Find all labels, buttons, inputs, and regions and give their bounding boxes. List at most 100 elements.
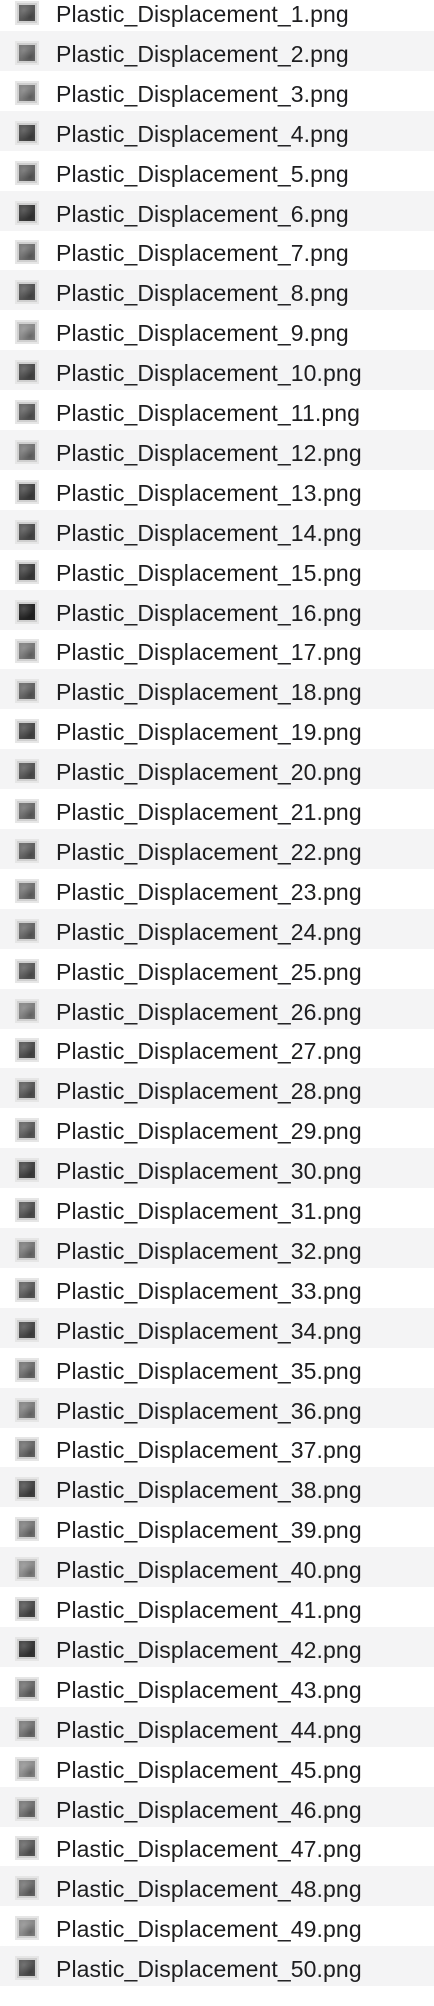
file-row[interactable]: Plastic_Displacement_18.png xyxy=(0,669,434,710)
file-row[interactable]: Plastic_Displacement_37.png xyxy=(0,1427,434,1467)
file-row[interactable]: Plastic_Displacement_13.png xyxy=(0,470,434,510)
file-row[interactable]: Plastic_Displacement_10.png xyxy=(0,350,434,391)
file-row[interactable]: Plastic_Displacement_48.png xyxy=(0,1866,434,1907)
file-row[interactable]: Plastic_Displacement_43.png xyxy=(0,1667,434,1707)
file-row[interactable]: Plastic_Displacement_30.png xyxy=(0,1148,434,1189)
file-row[interactable]: Plastic_Displacement_40.png xyxy=(0,1547,434,1588)
file-row[interactable]: Plastic_Displacement_16.png xyxy=(0,589,434,630)
file-row[interactable]: Plastic_Displacement_2.png xyxy=(0,30,434,71)
file-row[interactable]: Plastic_Displacement_5.png xyxy=(0,151,434,191)
thumbnail-image xyxy=(19,523,35,540)
file-thumbnail-icon xyxy=(15,1477,39,1502)
file-row[interactable]: Plastic_Displacement_34.png xyxy=(0,1307,434,1348)
file-row[interactable]: Plastic_Displacement_6.png xyxy=(0,190,434,231)
file-row[interactable]: Plastic_Displacement_24.png xyxy=(0,908,434,949)
file-thumbnail-icon xyxy=(15,998,39,1023)
file-name: Plastic_Displacement_13.png xyxy=(56,479,362,506)
file-row[interactable]: Plastic_Displacement_42.png xyxy=(0,1626,434,1667)
thumbnail-image xyxy=(19,84,35,101)
file-name: Plastic_Displacement_31.png xyxy=(56,1198,362,1224)
thumbnail-image xyxy=(19,1002,35,1019)
file-row[interactable]: Plastic_Displacement_14.png xyxy=(0,509,434,550)
file-row[interactable]: Plastic_Displacement_1.png xyxy=(0,0,434,31)
file-row[interactable]: Plastic_Displacement_11.png xyxy=(0,390,434,430)
file-name: Plastic_Displacement_18.png xyxy=(56,679,362,706)
thumbnail-image xyxy=(19,803,35,819)
file-name: Plastic_Displacement_10.png xyxy=(56,360,362,387)
thumbnail-image xyxy=(19,723,35,740)
file-thumbnail-icon xyxy=(15,1437,39,1462)
file-row[interactable]: Plastic_Displacement_17.png xyxy=(0,629,434,669)
file-row[interactable]: Plastic_Displacement_47.png xyxy=(0,1826,434,1866)
file-row[interactable]: Plastic_Displacement_19.png xyxy=(0,709,434,749)
thumbnail-image xyxy=(19,404,35,420)
file-name: Plastic_Displacement_35.png xyxy=(56,1357,362,1384)
file-name: Plastic_Displacement_19.png xyxy=(56,719,362,746)
thumbnail-image xyxy=(19,164,35,181)
file-thumbnail-icon xyxy=(15,799,39,823)
file-name: Plastic_Displacement_42.png xyxy=(56,1636,362,1663)
file-row[interactable]: Plastic_Displacement_35.png xyxy=(0,1348,434,1388)
file-row[interactable]: Plastic_Displacement_7.png xyxy=(0,230,434,270)
file-row[interactable]: Plastic_Displacement_20.png xyxy=(0,749,434,790)
file-name: Plastic_Displacement_14.png xyxy=(56,519,362,546)
thumbnail-image xyxy=(19,44,35,61)
file-row[interactable]: Plastic_Displacement_33.png xyxy=(0,1268,434,1308)
file-thumbnail-icon xyxy=(15,918,39,943)
thumbnail-image xyxy=(19,443,35,460)
file-thumbnail-icon xyxy=(15,1317,39,1342)
file-row[interactable]: Plastic_Displacement_32.png xyxy=(0,1227,434,1268)
file-name: Plastic_Displacement_27.png xyxy=(56,1038,362,1065)
file-thumbnail-icon xyxy=(15,1756,39,1781)
file-name: Plastic_Displacement_30.png xyxy=(56,1158,362,1185)
file-thumbnail-icon xyxy=(15,599,39,624)
file-row[interactable]: Plastic_Displacement_50.png xyxy=(0,1946,434,1987)
file-name: Plastic_Displacement_15.png xyxy=(56,559,362,586)
file-name: Plastic_Displacement_16.png xyxy=(56,599,362,626)
file-row[interactable]: Plastic_Displacement_26.png xyxy=(0,988,434,1029)
thumbnail-image xyxy=(19,5,35,21)
file-row[interactable]: Plastic_Displacement_21.png xyxy=(0,789,434,829)
file-name: Plastic_Displacement_9.png xyxy=(56,320,349,347)
file-name: Plastic_Displacement_33.png xyxy=(56,1277,362,1304)
file-row[interactable]: Plastic_Displacement_46.png xyxy=(0,1786,434,1827)
file-name: Plastic_Displacement_34.png xyxy=(56,1317,362,1344)
file-row[interactable]: Plastic_Displacement_45.png xyxy=(0,1747,434,1787)
file-row[interactable]: Plastic_Displacement_29.png xyxy=(0,1108,434,1148)
file-name: Plastic_Displacement_45.png xyxy=(56,1756,362,1783)
file-row[interactable]: Plastic_Displacement_25.png xyxy=(0,949,434,989)
file-row[interactable]: Plastic_Displacement_23.png xyxy=(0,869,434,909)
file-row[interactable]: Plastic_Displacement_41.png xyxy=(0,1587,434,1627)
file-name: Plastic_Displacement_7.png xyxy=(56,240,349,267)
file-row[interactable]: Plastic_Displacement_9.png xyxy=(0,310,434,350)
file-thumbnail-icon xyxy=(15,719,39,744)
file-thumbnail-icon xyxy=(15,1357,39,1382)
file-row[interactable]: Plastic_Displacement_8.png xyxy=(0,270,434,311)
file-row[interactable]: Plastic_Displacement_12.png xyxy=(0,429,434,470)
thumbnail-image xyxy=(19,922,35,939)
file-thumbnail-icon xyxy=(15,120,39,145)
thumbnail-image xyxy=(19,1202,35,1218)
file-row[interactable]: Plastic_Displacement_4.png xyxy=(0,110,434,151)
file-row[interactable]: Plastic_Displacement_15.png xyxy=(0,550,434,590)
file-row[interactable]: Plastic_Displacement_36.png xyxy=(0,1387,434,1428)
file-thumbnail-icon xyxy=(15,1557,39,1582)
file-name: Plastic_Displacement_3.png xyxy=(56,80,349,107)
file-thumbnail-icon xyxy=(15,878,39,903)
thumbnail-image xyxy=(19,882,35,899)
file-row[interactable]: Plastic_Displacement_44.png xyxy=(0,1706,434,1747)
file-row[interactable]: Plastic_Displacement_31.png xyxy=(0,1188,434,1228)
file-row[interactable]: Plastic_Displacement_3.png xyxy=(0,71,434,111)
file-row[interactable]: Plastic_Displacement_22.png xyxy=(0,828,434,869)
file-row[interactable]: Plastic_Displacement_39.png xyxy=(0,1507,434,1547)
file-row[interactable]: Plastic_Displacement_27.png xyxy=(0,1028,434,1068)
file-row[interactable]: Plastic_Displacement_28.png xyxy=(0,1068,434,1109)
file-name: Plastic_Displacement_32.png xyxy=(56,1237,362,1264)
file-thumbnail-icon xyxy=(15,1397,39,1422)
file-row[interactable]: Plastic_Displacement_49.png xyxy=(0,1906,434,1946)
thumbnail-image xyxy=(19,1760,35,1777)
thumbnail-image xyxy=(19,1361,35,1378)
file-name: Plastic_Displacement_1.png xyxy=(56,1,349,27)
thumbnail-image xyxy=(19,1042,35,1059)
file-row[interactable]: Plastic_Displacement_38.png xyxy=(0,1467,434,1508)
